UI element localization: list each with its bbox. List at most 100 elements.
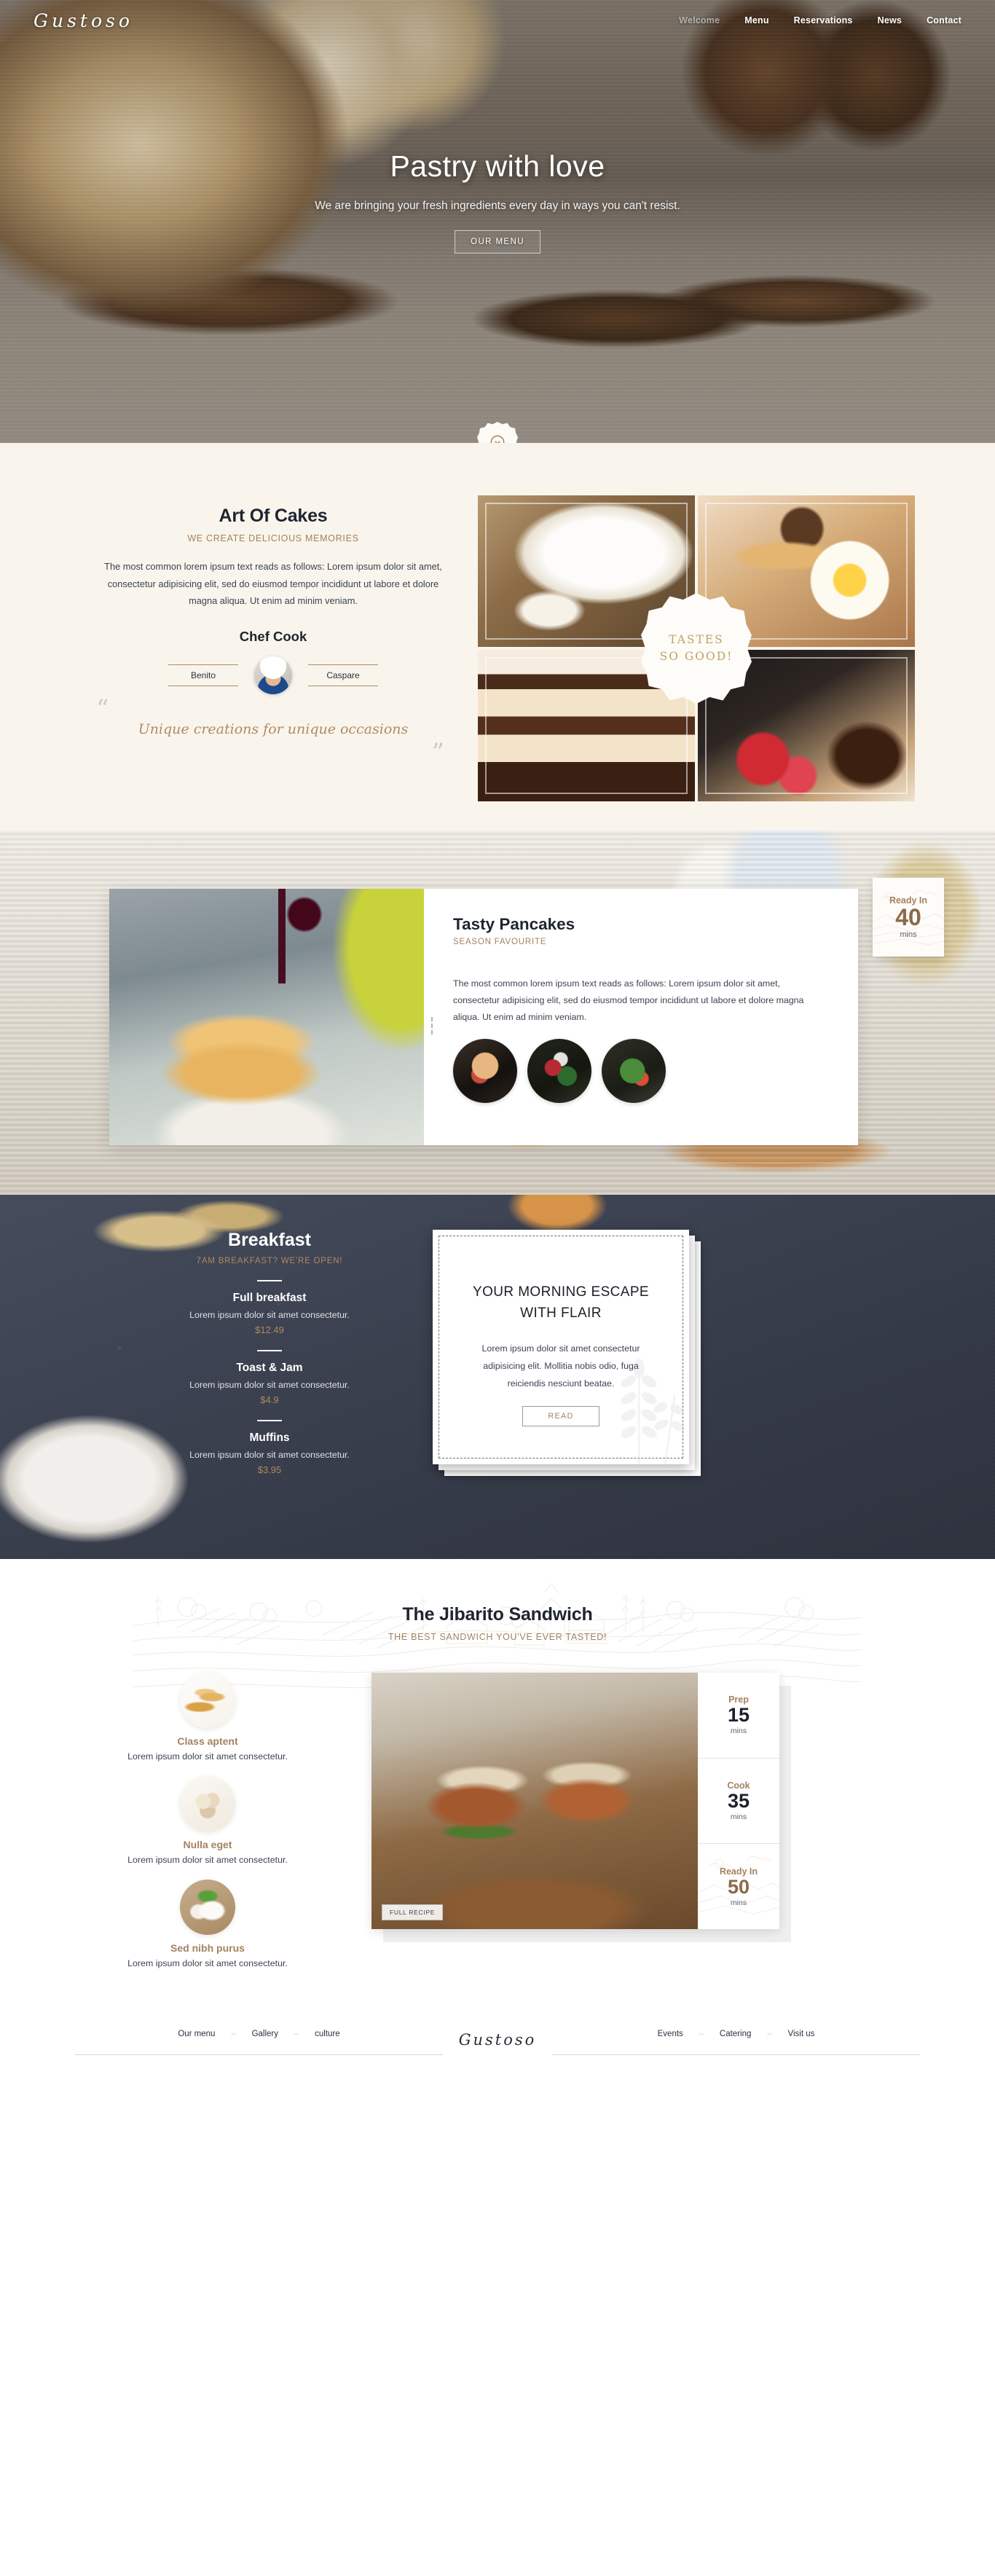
card-paragraph: Lorem ipsum dolor sit amet consectetur a… bbox=[481, 1343, 640, 1389]
slider-handle[interactable] bbox=[431, 1017, 433, 1034]
list-item[interactable]: Toast & Jam Lorem ipsum dolor sit amet c… bbox=[124, 1350, 415, 1405]
jibarito-title: The Jibarito Sandwich bbox=[402, 1604, 593, 1625]
menu-item-name: Full breakfast bbox=[232, 1292, 307, 1304]
menu-item-price: $4.9 bbox=[260, 1394, 279, 1405]
site-logo[interactable]: Gustoso bbox=[34, 10, 133, 31]
list-item[interactable]: Sed nibh purus Lorem ipsum dolor sit ame… bbox=[58, 1880, 357, 1968]
menu-item-name: Muffins bbox=[249, 1432, 290, 1444]
breakfast-card-column: YOUR MORNING ESCAPE WITH FLAIR Lorem ips… bbox=[415, 1230, 995, 1476]
divider bbox=[257, 1280, 282, 1281]
site-header: Gustoso Welcome Menu Reservations News C… bbox=[0, 0, 995, 41]
hero-subtitle: We are bringing your fresh ingredients e… bbox=[315, 200, 680, 212]
eggs-photo-icon bbox=[180, 1776, 235, 1831]
cheese-photo-icon bbox=[180, 1880, 235, 1935]
site-footer: Our menu – Gallery – culture Gustoso Eve… bbox=[0, 2012, 995, 2080]
footer-link-our-menu[interactable]: Our menu bbox=[178, 2030, 215, 2038]
pancakes-photo bbox=[109, 889, 424, 1145]
breakfast-kicker: 7AM BREAKFAST? WE'RE OPEN! bbox=[196, 1257, 343, 1265]
divider: – bbox=[699, 2030, 704, 2038]
chef-cook-heading: Chef Cook bbox=[239, 629, 307, 645]
stat-label: Cook bbox=[727, 1780, 750, 1791]
stat-value: 35 bbox=[727, 1790, 750, 1813]
stat-label: Prep bbox=[728, 1695, 749, 1705]
cakes-paragraph: The most common lorem ipsum text reads a… bbox=[104, 561, 442, 607]
nav-item-news[interactable]: News bbox=[878, 15, 902, 25]
menu-item-desc: Lorem ipsum dolor sit amet consectetur. bbox=[189, 1380, 350, 1390]
wheat-photo-icon bbox=[180, 1673, 235, 1728]
cakes-kicker: WE CREATE DELICIOUS MEMORIES bbox=[187, 533, 359, 543]
page-title: Art Of Cakes bbox=[219, 506, 328, 526]
cakes-text-column: Art Of Cakes WE CREATE DELICIOUS MEMORIE… bbox=[80, 488, 466, 801]
tastes-badge-label: TASTES SO GOOD! bbox=[659, 632, 734, 663]
stat-cook: Cook 35 mins bbox=[698, 1757, 779, 1844]
footer-link-catering[interactable]: Catering bbox=[720, 2030, 751, 2038]
feature-name: Nulla eget bbox=[183, 1839, 232, 1850]
ready-unit: mins bbox=[900, 930, 917, 939]
morning-escape-card: YOUR MORNING ESCAPE WITH FLAIR Lorem ips… bbox=[433, 1230, 689, 1464]
footer-link-culture[interactable]: culture bbox=[315, 2030, 340, 2038]
nav-item-welcome[interactable]: Welcome bbox=[679, 15, 720, 25]
menu-item-price: $12.49 bbox=[255, 1324, 284, 1335]
chef-selector: Benito Caspare bbox=[80, 656, 466, 695]
chef-name-benito[interactable]: Benito bbox=[168, 664, 238, 687]
nav-item-reservations[interactable]: Reservations bbox=[794, 15, 853, 25]
nav-item-contact[interactable]: Contact bbox=[927, 15, 961, 25]
pancakes-kicker: SEASON FAVOURITE bbox=[453, 938, 547, 946]
stat-value: 15 bbox=[727, 1704, 750, 1727]
breakfast-section: Breakfast 7AM BREAKFAST? WE'RE OPEN! Ful… bbox=[0, 1195, 995, 1559]
stat-label: Ready In bbox=[719, 1866, 758, 1877]
pancakes-thumbnails bbox=[453, 1038, 829, 1103]
read-button[interactable]: READ bbox=[522, 1405, 599, 1426]
paper-stack: YOUR MORNING ESCAPE WITH FLAIR Lorem ips… bbox=[433, 1230, 701, 1476]
divider: – bbox=[294, 2030, 299, 2038]
salad-thumb-2[interactable] bbox=[527, 1038, 591, 1103]
list-item[interactable]: Muffins Lorem ipsum dolor sit amet conse… bbox=[124, 1420, 415, 1475]
footer-link-events[interactable]: Events bbox=[658, 2030, 683, 2038]
list-item[interactable]: Nulla eget Lorem ipsum dolor sit amet co… bbox=[58, 1776, 357, 1865]
jibarito-section: The Jibarito Sandwich THE BEST SANDWICH … bbox=[0, 1559, 995, 2012]
divider: – bbox=[767, 2030, 772, 2038]
dessert-thumb-1[interactable] bbox=[453, 1038, 517, 1103]
footer-link-gallery[interactable]: Gallery bbox=[252, 2030, 278, 2038]
chef-name-caspare[interactable]: Caspare bbox=[308, 664, 378, 687]
recipe-stats: Prep 15 mins Cook 35 mins Ready In 50 mi… bbox=[698, 1673, 779, 1929]
nav-item-menu[interactable]: Menu bbox=[744, 15, 768, 25]
feature-name: Sed nibh purus bbox=[170, 1942, 245, 1954]
our-menu-button[interactable]: OUR MENU bbox=[455, 229, 540, 254]
stat-unit: mins bbox=[730, 1812, 747, 1821]
quote-open-icon: “ bbox=[96, 694, 109, 724]
sandwich-photo: FULL RECIPE bbox=[371, 1673, 698, 1929]
full-recipe-button[interactable]: FULL RECIPE bbox=[382, 1904, 444, 1920]
art-of-cakes-section: Art Of Cakes WE CREATE DELICIOUS MEMORIE… bbox=[0, 443, 995, 830]
status-badge: TASTES SO GOOD! bbox=[641, 593, 752, 704]
feature-desc: Lorem ipsum dolor sit amet consectetur. bbox=[127, 1958, 288, 1968]
feature-list: Class aptent Lorem ipsum dolor sit amet … bbox=[0, 1673, 357, 1983]
divider bbox=[257, 1350, 282, 1351]
hero-section: Gustoso Welcome Menu Reservations News C… bbox=[0, 0, 995, 443]
breakfast-menu-column: Breakfast 7AM BREAKFAST? WE'RE OPEN! Ful… bbox=[0, 1230, 415, 1475]
feature-name: Class aptent bbox=[177, 1735, 238, 1747]
divider: – bbox=[231, 2030, 236, 2038]
greens-thumb-3[interactable] bbox=[602, 1038, 666, 1103]
breakfast-title: Breakfast bbox=[228, 1230, 311, 1250]
pancakes-paragraph: The most common lorem ipsum text reads a… bbox=[453, 978, 804, 1022]
menu-item-desc: Lorem ipsum dolor sit amet consectetur. bbox=[189, 1310, 350, 1320]
tasty-pancakes-section: Tasty Pancakes SEASON FAVOURITE The most… bbox=[0, 830, 995, 1195]
footer-logo[interactable]: Gustoso bbox=[443, 2031, 552, 2054]
pancakes-card: Tasty Pancakes SEASON FAVOURITE The most… bbox=[109, 889, 858, 1145]
stat-unit: mins bbox=[730, 1898, 747, 1907]
list-item[interactable]: Full breakfast Lorem ipsum dolor sit ame… bbox=[124, 1280, 415, 1335]
stat-ready-in: Ready In 50 mins bbox=[698, 1843, 779, 1929]
list-item[interactable]: Class aptent Lorem ipsum dolor sit amet … bbox=[58, 1673, 357, 1762]
quote-close-icon: ” bbox=[431, 737, 444, 767]
jibarito-kicker: THE BEST SANDWICH YOU'VE EVER TASTED! bbox=[388, 1632, 607, 1642]
main-navigation: Welcome Menu Reservations News Contact bbox=[679, 15, 961, 25]
pancakes-title: Tasty Pancakes bbox=[453, 915, 575, 933]
footer-links-right: Events – Catering – Visit us bbox=[552, 2030, 920, 2055]
ready-value: 40 bbox=[895, 904, 921, 931]
feature-desc: Lorem ipsum dolor sit amet consectetur. bbox=[127, 1855, 288, 1865]
footer-link-visit-us[interactable]: Visit us bbox=[788, 2030, 815, 2038]
footer-links-left: Our menu – Gallery – culture bbox=[75, 2030, 443, 2055]
feature-desc: Lorem ipsum dolor sit amet consectetur. bbox=[127, 1751, 288, 1762]
hero-title: Pastry with love bbox=[390, 149, 605, 183]
